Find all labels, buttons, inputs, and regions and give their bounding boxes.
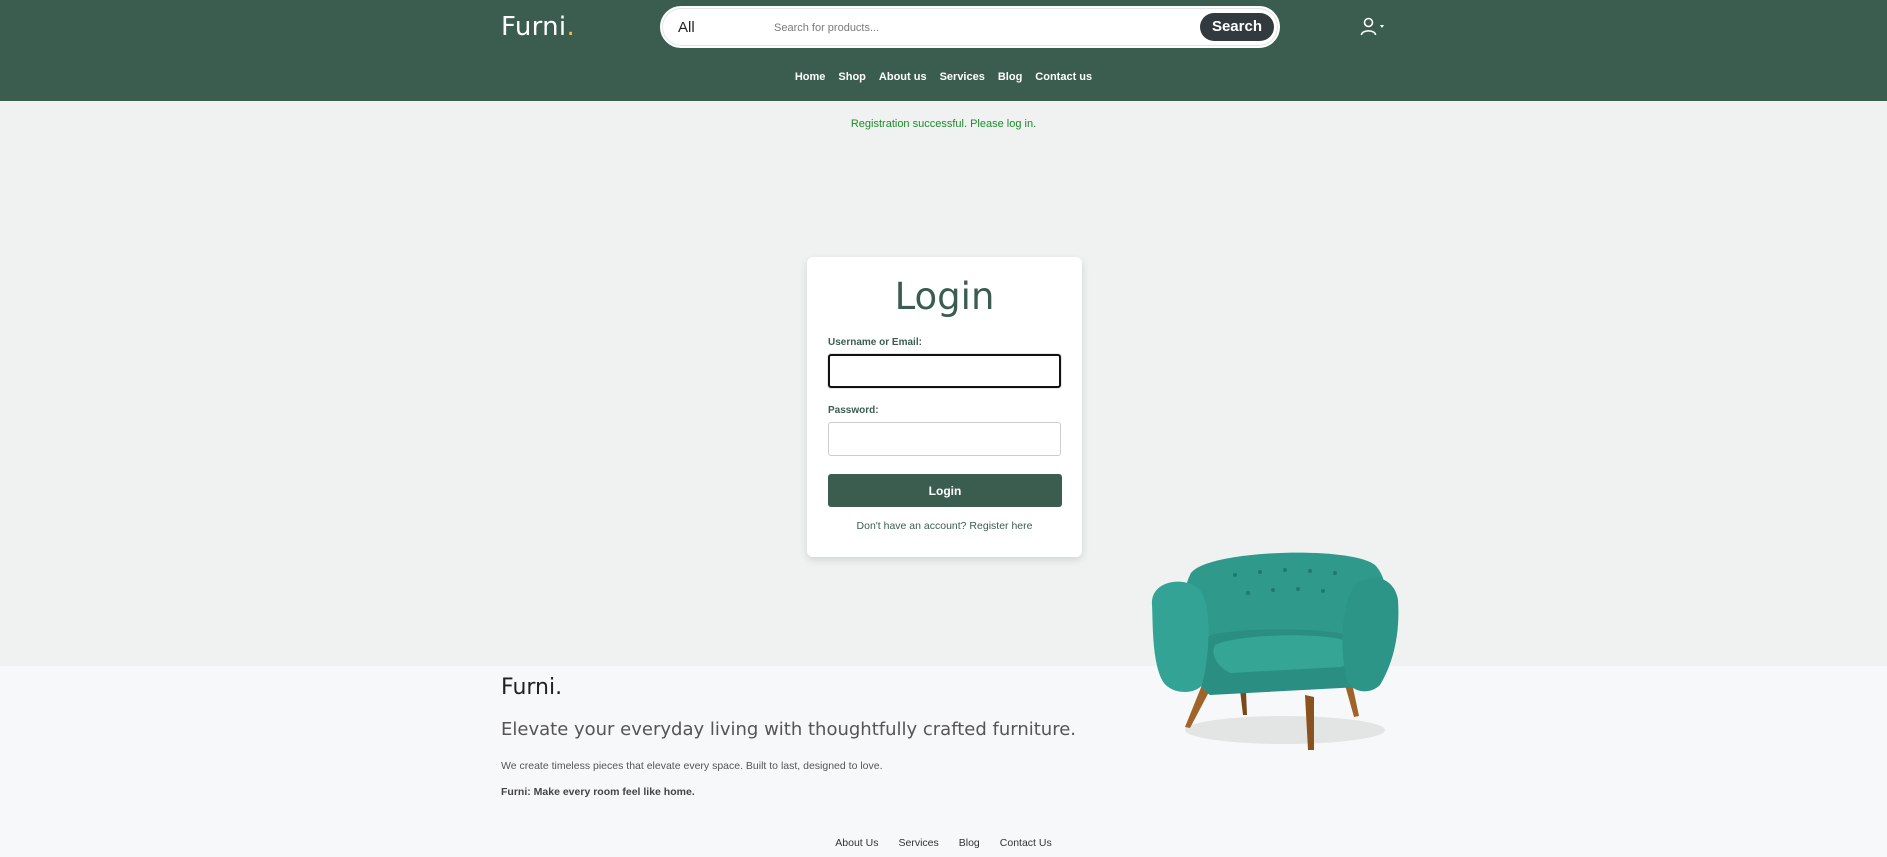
footer-link-about[interactable]: About Us [825,837,888,849]
username-field[interactable] [828,354,1061,388]
nav-item-blog[interactable]: Blog [991,71,1028,83]
footer-description: We create timeless pieces that elevate e… [501,760,883,772]
footer-tagline: Elevate your everyday living with though… [501,719,1077,740]
flash-message: Registration successful. Please log in. [850,118,1037,130]
nav-item-services[interactable]: Services [933,71,991,83]
armchair-image [1151,552,1399,750]
search-input[interactable] [774,16,1154,40]
chevron-down-icon [1380,25,1384,28]
user-icon [1360,17,1377,36]
password-label: Password: [828,405,879,416]
password-field[interactable] [828,422,1061,456]
nav-item-shop[interactable]: Shop [832,71,873,83]
footer-logo: Furni. [501,675,563,700]
search-category-select[interactable]: All [678,19,695,36]
main-nav: Home Shop About us Services Blog Contact… [0,71,1887,83]
search-bar: All Search [660,6,1280,48]
nav-item-about[interactable]: About us [872,71,933,83]
footer-link-contact[interactable]: Contact Us [990,837,1062,849]
search-button[interactable]: Search [1199,13,1274,41]
site-logo[interactable]: Furni. [501,12,575,42]
login-card: Login Username or Email: Password: Login… [807,257,1082,557]
login-button[interactable]: Login [828,474,1062,507]
register-link[interactable]: Don't have an account? Register here [807,520,1082,532]
site-header: Furni. All Search Home Shop About us Ser… [0,0,1887,101]
user-menu[interactable] [1360,17,1384,36]
footer-link-blog[interactable]: Blog [949,837,990,849]
login-title: Login [894,275,995,318]
site-footer: Furni. Elevate your everyday living with… [0,666,1887,857]
footer-link-services[interactable]: Services [888,837,948,849]
footer-links: About Us Services Blog Contact Us [0,837,1887,849]
nav-item-contact[interactable]: Contact us [1029,71,1099,83]
username-label: Username or Email: [828,337,922,348]
nav-item-home[interactable]: Home [788,71,832,83]
footer-motto: Furni: Make every room feel like home. [501,786,695,798]
